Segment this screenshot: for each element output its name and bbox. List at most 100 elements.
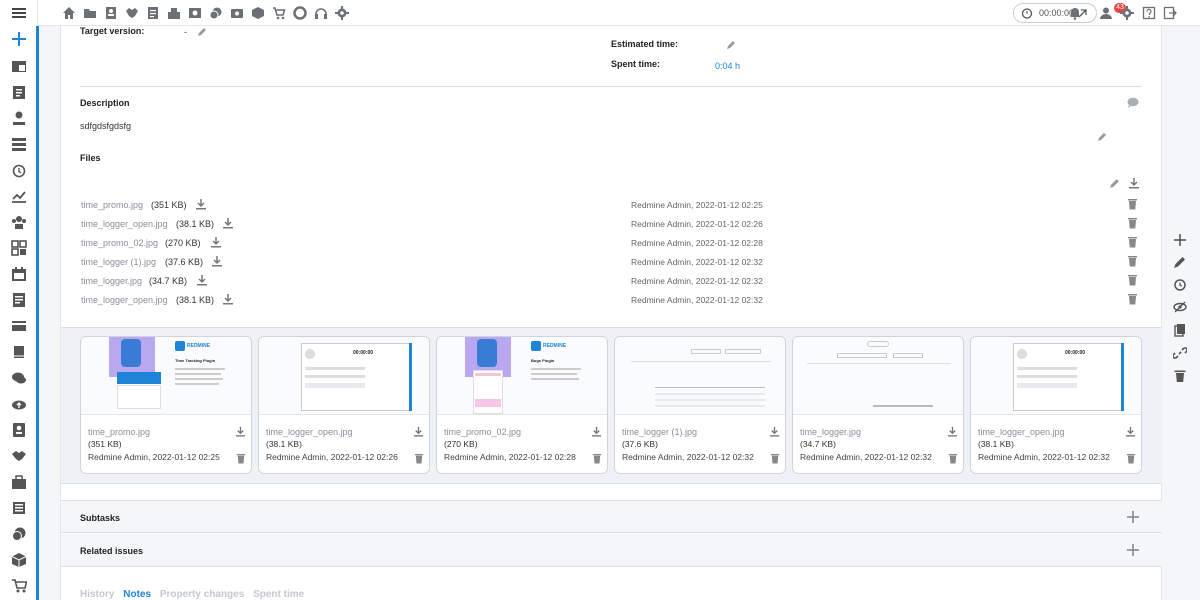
download-icon[interactable] [947,426,958,437]
box-icon[interactable] [11,552,27,568]
copy-icon[interactable] [1173,323,1187,337]
trash-icon[interactable] [1127,274,1138,286]
download-all-icon[interactable] [1128,177,1140,189]
person-location-icon[interactable] [11,110,27,126]
subtasks-section[interactable]: Subtasks [61,500,1163,533]
trash-icon[interactable] [1173,369,1187,383]
file-link[interactable]: time_promo.jpg [81,200,143,210]
edit-pencil-icon[interactable] [197,27,207,37]
attachment-card[interactable]: time_logger (1).jpg (37.6 KB) Redmine Ad… [614,336,786,474]
trash-icon[interactable] [592,453,602,464]
user-icon[interactable] [1099,6,1113,20]
trash-icon[interactable] [414,453,424,464]
download-icon[interactable] [1125,426,1136,437]
contact-icon[interactable] [11,422,27,438]
thumbnail-image[interactable] [793,337,963,415]
download-icon[interactable] [591,426,602,437]
file-link[interactable]: time_promo_02.jpg [81,238,158,248]
menu-icon[interactable] [11,5,27,21]
trash-icon[interactable] [948,453,958,464]
document-icon[interactable] [11,292,27,308]
attachment-name[interactable]: time_logger (1).jpg [622,427,697,437]
spent-time-link[interactable]: 0:04 h [715,61,740,71]
attachment-card[interactable]: 00:00:00 time_logger_open.jpg (38.1 KB) … [258,336,430,474]
download-icon[interactable] [222,293,234,305]
projects-icon[interactable] [11,58,27,74]
add-subtask-icon[interactable] [1127,511,1139,523]
gear-icon[interactable] [335,6,349,20]
download-icon[interactable] [413,426,424,437]
calendar-icon[interactable] [11,266,27,282]
add-relation-icon[interactable] [1127,544,1139,556]
attachment-card[interactable]: 00:00:00 time_logger_open.jpg (38.1 KB) … [970,336,1142,474]
card-icon[interactable] [11,318,27,334]
plus-icon[interactable] [11,31,27,47]
chart-icon[interactable] [11,188,27,204]
grid-icon[interactable] [11,240,27,256]
help-icon[interactable] [1142,6,1156,20]
file-link[interactable]: time_logger_open.jpg [81,219,168,229]
cart-icon[interactable] [11,578,27,594]
link-icon[interactable] [1173,346,1187,360]
bell-icon[interactable] [1068,6,1082,20]
logout-icon[interactable] [1163,6,1177,20]
alarm-icon[interactable] [11,162,27,178]
money-icon[interactable] [188,6,202,20]
edit-pencil-icon[interactable] [1173,255,1187,269]
trash-icon[interactable] [1127,293,1138,305]
download-icon[interactable] [211,255,223,267]
trash-icon[interactable] [1127,198,1138,210]
eye-slash-icon[interactable] [1173,300,1187,314]
handshake-icon[interactable] [11,448,27,464]
download-icon[interactable] [210,236,222,248]
attachment-card[interactable]: REDMINE Time Tracking Plugin time_promo.… [80,336,252,474]
cloud-upload-icon[interactable] [11,396,27,412]
trash-icon[interactable] [1126,453,1136,464]
tab-notes[interactable]: Notes [123,589,151,600]
admin-gear-icon[interactable] [1120,6,1134,20]
coins-icon[interactable] [209,6,223,20]
attachment-card[interactable]: REDMINE Bugs Plugin time_promo_02.jpg (2… [436,336,608,474]
trash-icon[interactable] [236,453,246,464]
attachment-name[interactable]: time_promo.jpg [88,427,150,437]
folder-icon[interactable] [83,6,97,20]
tab-spent-time[interactable]: Spent time [253,589,304,600]
alarm-icon[interactable] [1173,277,1187,291]
thumbnail-image[interactable] [615,337,785,415]
thumbnail-image[interactable]: REDMINE Time Tracking Plugin [81,337,251,415]
group-icon[interactable] [11,214,27,230]
trash-icon[interactable] [1127,255,1138,267]
tab-property-changes[interactable]: Property changes [160,589,244,600]
attachment-name[interactable]: time_logger.jpg [800,427,861,437]
cart-icon[interactable] [272,6,286,20]
trash-icon[interactable] [770,453,780,464]
handshake-icon[interactable] [125,6,139,20]
related-issues-section[interactable]: Related issues [61,534,1163,567]
clipboard-icon[interactable] [11,84,27,100]
download-icon[interactable] [769,426,780,437]
briefcase-icon[interactable] [11,474,27,490]
file-link[interactable]: time_logger.jpg [81,276,142,286]
inventory-icon[interactable] [167,6,181,20]
download-icon[interactable] [195,198,207,210]
tab-history[interactable]: History [80,589,114,600]
time-tracker-widget[interactable]: 00:00:00 [1013,3,1097,23]
download-icon[interactable] [196,274,208,286]
download-icon[interactable] [235,426,246,437]
attachment-name[interactable]: time_logger_open.jpg [266,427,353,437]
cash-icon[interactable] [230,6,244,20]
trash-icon[interactable] [1127,236,1138,248]
thumbnail-image[interactable]: 00:00:00 [971,337,1141,415]
thumbnail-image[interactable]: REDMINE Bugs Plugin [437,337,607,415]
attachment-name[interactable]: time_logger_open.jpg [978,427,1065,437]
book-icon[interactable] [11,344,27,360]
box-icon[interactable] [251,6,265,20]
news-icon[interactable] [11,500,27,516]
comment-icon[interactable] [1127,97,1139,108]
attachment-card[interactable]: time_logger.jpg (34.7 KB) Redmine Admin,… [792,336,964,474]
edit-files-icon[interactable] [1109,178,1120,189]
list-icon[interactable] [11,136,27,152]
file-link[interactable]: time_logger_open.jpg [81,295,168,305]
invoice-icon[interactable] [146,6,160,20]
coins-icon[interactable] [11,526,27,542]
